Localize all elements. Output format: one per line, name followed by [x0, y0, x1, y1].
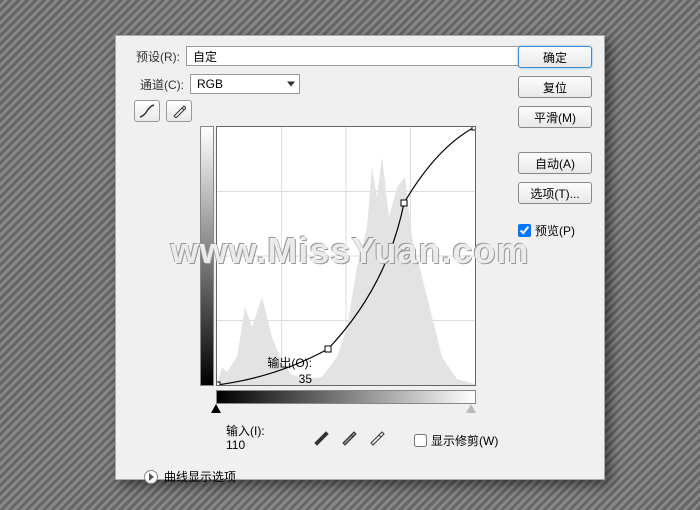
- curve-point-highlight[interactable]: [472, 127, 475, 130]
- preview-checkbox[interactable]: [518, 224, 531, 237]
- output-gradient: [200, 126, 214, 386]
- eyedropper-gray-icon[interactable]: [340, 428, 358, 446]
- expand-chevron-icon[interactable]: [144, 470, 158, 484]
- curve-tool-button[interactable]: [134, 100, 160, 122]
- auto-button[interactable]: 自动(A): [518, 152, 592, 174]
- curve-point[interactable]: [401, 200, 407, 206]
- eyedropper-white-icon[interactable]: [368, 428, 386, 446]
- cancel-button[interactable]: 复位: [518, 76, 592, 98]
- show-clipping-checkbox[interactable]: [414, 434, 427, 447]
- input-gradient: [216, 390, 476, 404]
- pencil-tool-button[interactable]: [166, 100, 192, 122]
- white-point-slider[interactable]: [466, 404, 476, 413]
- channel-label: 通道(C):: [134, 76, 184, 93]
- output-label: 输出(O):: [252, 354, 312, 371]
- smooth-button[interactable]: 平滑(M): [518, 106, 592, 128]
- show-clipping-label: 显示修剪(W): [431, 432, 498, 449]
- ok-button[interactable]: 确定: [518, 46, 592, 68]
- input-value[interactable]: 110: [226, 438, 245, 452]
- preset-label: 预设(R):: [130, 48, 180, 65]
- curve-point-shadow[interactable]: [217, 382, 220, 385]
- chevron-down-icon: [287, 82, 295, 87]
- channel-value: RGB: [197, 77, 223, 91]
- curve-options-label[interactable]: 曲线显示选项: [164, 468, 236, 485]
- output-value[interactable]: 35: [252, 372, 312, 386]
- curves-dialog: 预设(R): 自定 通道(C): RGB 确定 复位 平滑(M) 自动(A) 选…: [115, 35, 605, 480]
- eyedropper-black-icon[interactable]: [312, 428, 330, 446]
- preset-select[interactable]: 自定: [186, 46, 558, 66]
- preset-value: 自定: [193, 48, 217, 65]
- preview-label: 预览(P): [535, 222, 575, 239]
- channel-select[interactable]: RGB: [190, 74, 300, 94]
- options-button[interactable]: 选项(T)...: [518, 182, 592, 204]
- input-label: 输入(I):: [226, 422, 265, 439]
- curve-point-selected[interactable]: [325, 346, 331, 352]
- black-point-slider[interactable]: [211, 404, 221, 413]
